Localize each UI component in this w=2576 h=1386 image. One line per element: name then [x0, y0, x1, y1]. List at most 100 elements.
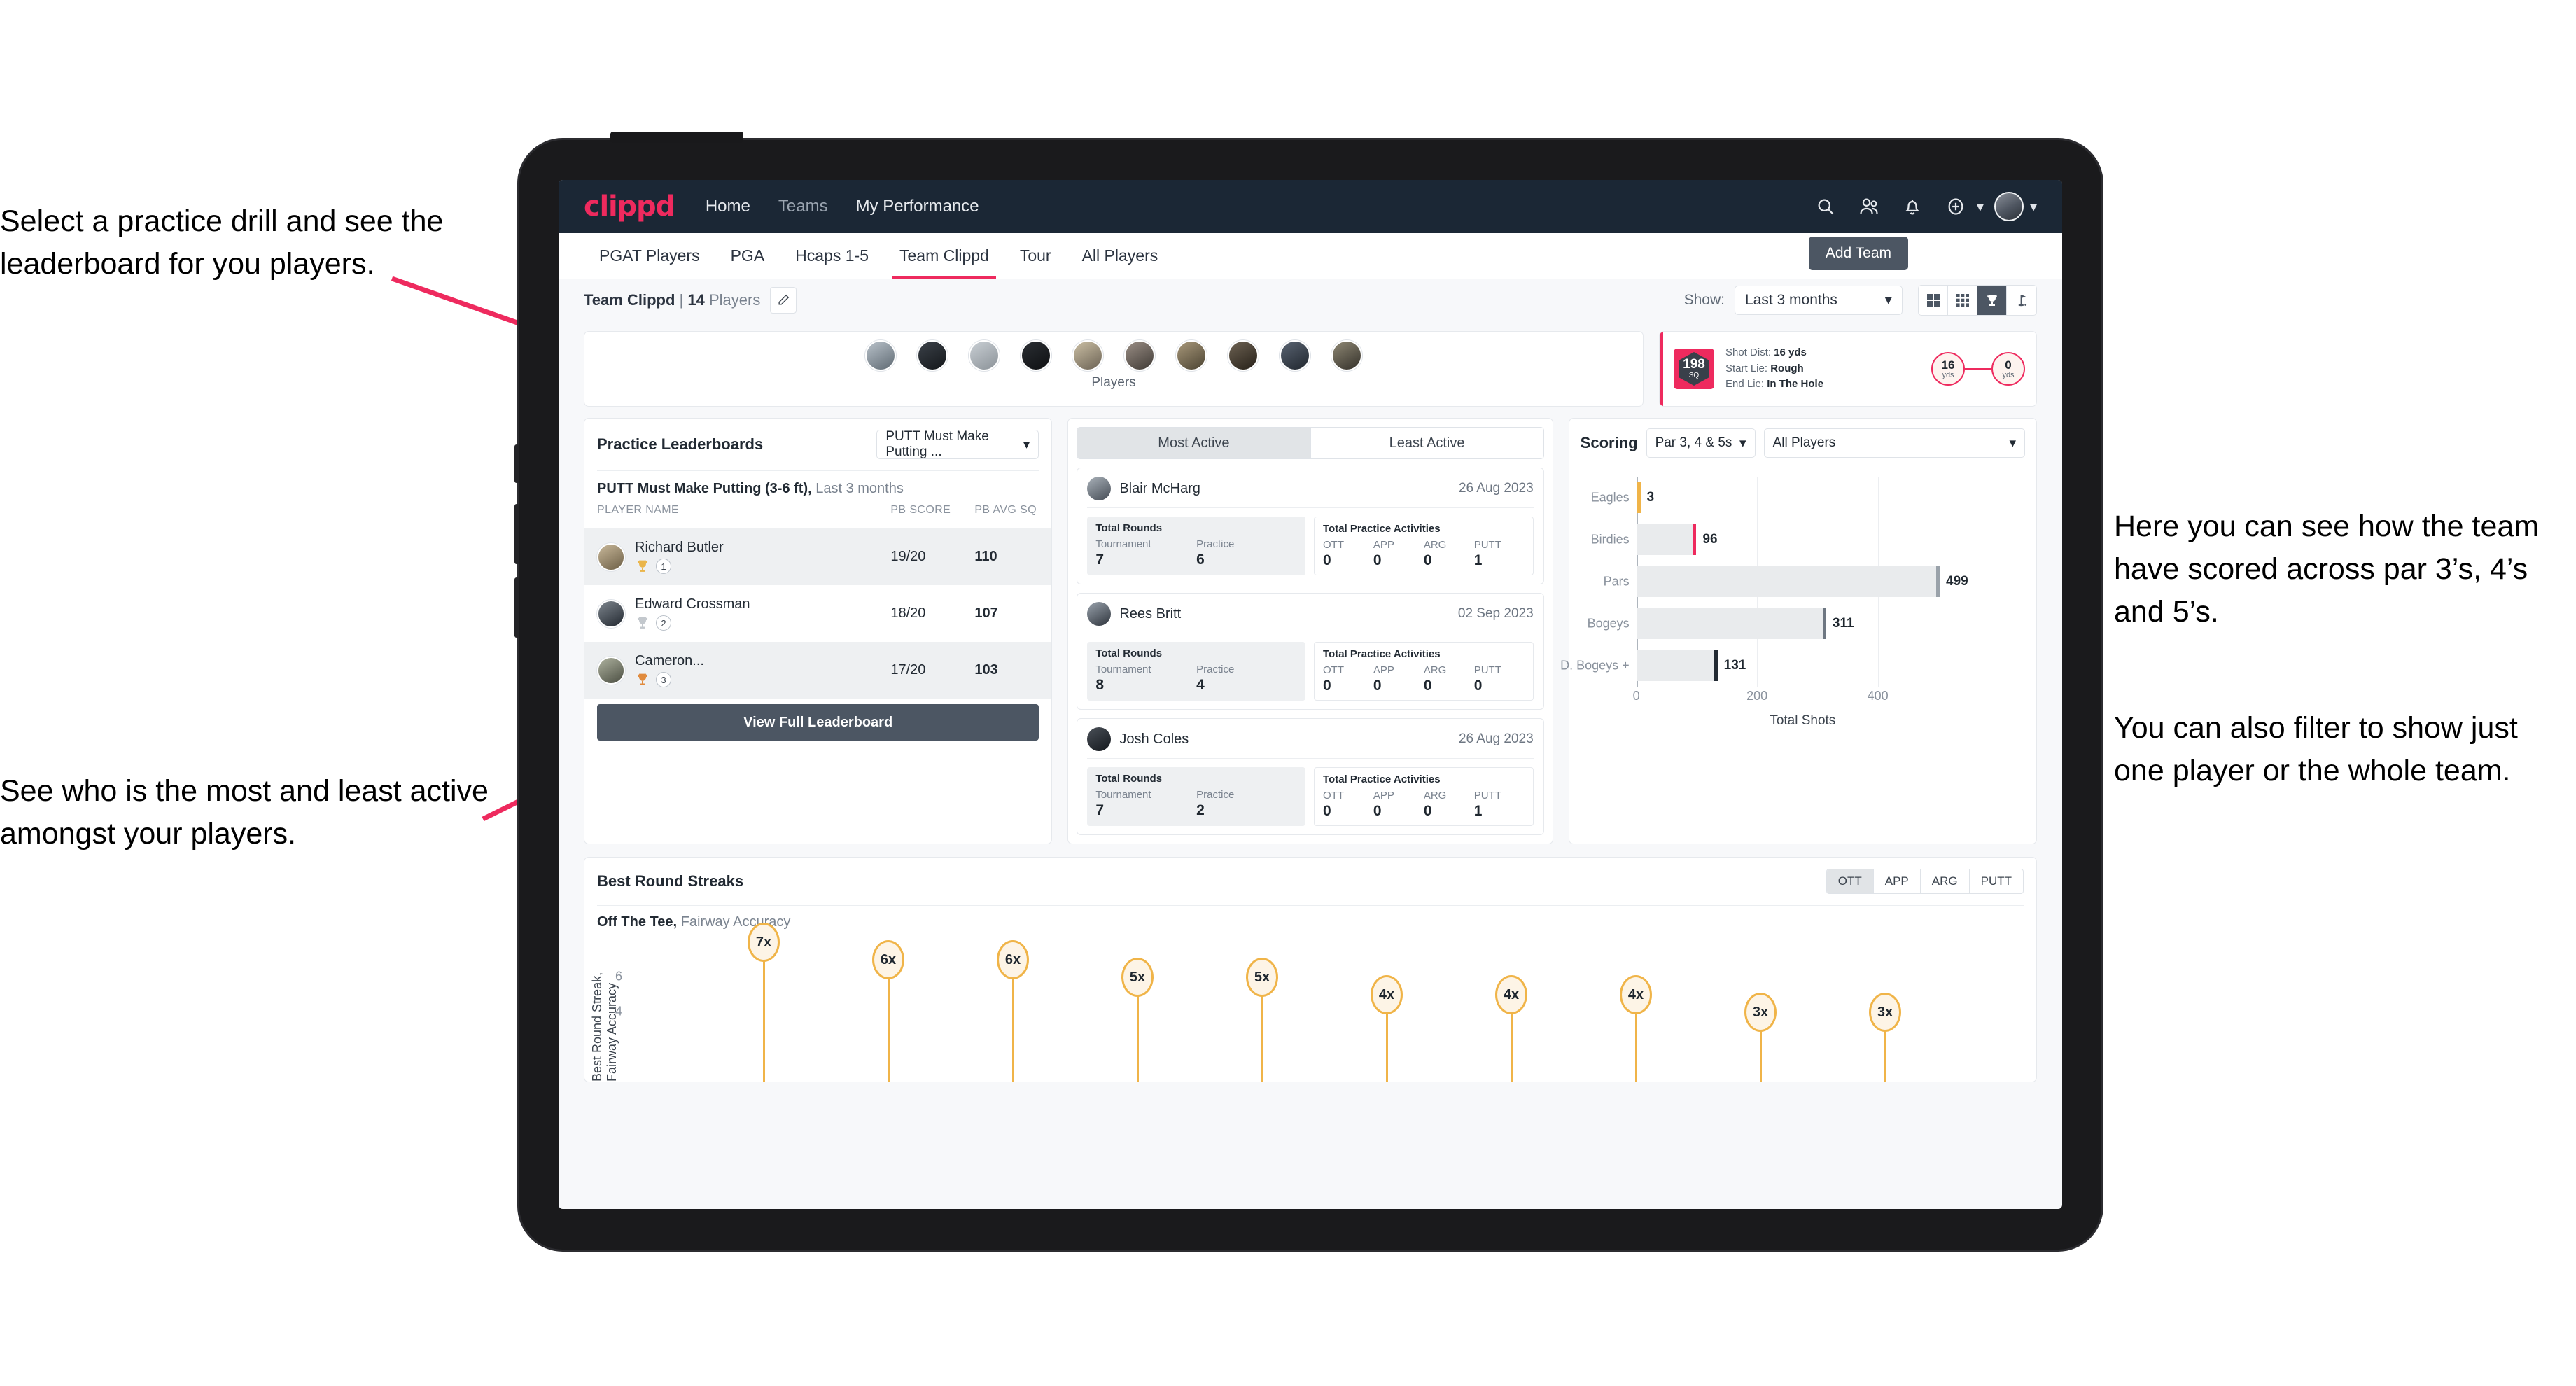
best-round-streaks-card: Best Round Streaks OTT APP ARG PUTT Off …: [584, 857, 2037, 1082]
x-axis-tick: 400: [1867, 689, 1889, 703]
shot-distance-diagram: 16 yds 0 yds: [1931, 352, 2025, 386]
player-avatar[interactable]: [1331, 340, 1362, 371]
chart-bar-cap: [1822, 608, 1826, 639]
streak-marker[interactable]: 5x: [1246, 958, 1278, 997]
edit-pencil-icon[interactable]: [770, 286, 797, 314]
practice-activities-title: Total Practice Activities: [1323, 648, 1441, 660]
streak-marker[interactable]: 3x: [1869, 993, 1901, 1032]
add-team-button[interactable]: Add Team: [1808, 237, 1908, 270]
list-item[interactable]: Josh Coles 26 Aug 2023 Total Rounds Tour…: [1077, 718, 1544, 835]
distance-connector-line: [1965, 368, 1991, 370]
player-avatar[interactable]: [1280, 340, 1310, 371]
tablet-side-button: [514, 444, 519, 483]
nav-link-home[interactable]: Home: [706, 197, 750, 216]
chart-stem: [1011, 976, 1014, 1082]
player-badges: 3: [635, 672, 890, 687]
chart-bar-value: 499: [1946, 574, 1968, 589]
trophy-icon[interactable]: [1977, 285, 2007, 315]
segment-app[interactable]: APP: [1872, 869, 1920, 893]
streaks-header: Best Round Streaks OTT APP ARG PUTT: [584, 858, 2036, 905]
tablet-volume-down-button: [514, 578, 519, 638]
players-strip-label: Players: [1091, 375, 1136, 390]
streak-marker[interactable]: 4x: [1495, 975, 1527, 1014]
streaks-y-axis-label: Best Round Streak, Fairway Accuracy: [590, 972, 619, 1082]
activity-stats: Total Rounds Tournament Practice 8 4 Tot…: [1087, 642, 1534, 701]
scoring-bar-chart: 3 Eagles 96 Birdies 499 Pars 311 Bogeys 131 D. Bo…: [1560, 477, 2024, 708]
segment-putt[interactable]: PUTT: [1968, 869, 2023, 893]
player-avatar[interactable]: [1124, 340, 1155, 371]
value-putt: 1: [1474, 552, 1483, 568]
total-rounds-values: 7 6: [1096, 552, 1297, 568]
people-icon[interactable]: [1851, 188, 1887, 225]
segment-arg[interactable]: ARG: [1919, 869, 1969, 893]
chart-bar-row: 131 D. Bogeys +: [1560, 650, 1746, 681]
player-avatar[interactable]: [1228, 340, 1259, 371]
table-row[interactable]: Cameron... 3 17/20 103: [584, 642, 1052, 699]
table-row[interactable]: Edward Crossman 2 18/20 107: [584, 585, 1051, 642]
streak-marker[interactable]: 7x: [748, 923, 780, 962]
streak-marker[interactable]: 5x: [1121, 958, 1154, 997]
practice-leaderboards-card: Practice Leaderboards PUTT Must Make Put…: [584, 418, 1053, 844]
streaks-title: Best Round Streaks: [597, 872, 744, 890]
activity-date: 02 Sep 2023: [1457, 606, 1534, 621]
nav-link-my-performance[interactable]: My Performance: [856, 197, 979, 216]
drill-select-value: PUTT Must Make Putting ...: [886, 429, 989, 459]
table-row[interactable]: Richard Butler 1 19/20 110: [584, 528, 1052, 585]
player-avatar[interactable]: [917, 340, 948, 371]
end-distance-value: 0: [2005, 358, 2012, 372]
view-full-leaderboard-button[interactable]: View Full Leaderboard: [597, 704, 1040, 741]
chart-bar-cap: [1693, 524, 1697, 555]
nav-link-teams[interactable]: Teams: [778, 197, 828, 216]
streaks-chart: Best Round Streak, Fairway Accuracy 4 6 7x…: [590, 923, 2024, 1082]
team-name: Team Clippd: [584, 290, 676, 309]
plus-circle-icon[interactable]: [1938, 188, 1974, 225]
player-avatar[interactable]: [865, 340, 896, 371]
scoring-header: Scoring Par 3, 4 & 5s ▾ All Players ▾: [1569, 419, 2036, 468]
pb-score: 19/20: [890, 549, 926, 564]
annotation-practice-drill: Select a practice drill and see the lead…: [0, 204, 444, 281]
tab-pgat-players[interactable]: PGAT Players: [584, 233, 715, 279]
tab-team-clippd[interactable]: Team Clippd: [884, 233, 1004, 279]
clippd-logo[interactable]: clippd: [584, 190, 676, 223]
search-icon[interactable]: [1807, 188, 1844, 225]
player-filter-select[interactable]: All Players ▾: [1763, 428, 2025, 458]
grid-large-icon[interactable]: [1919, 285, 1948, 315]
avatar-chevron-down-icon[interactable]: ▾: [2030, 198, 2037, 216]
chart-bar-value: 131: [1723, 658, 1746, 673]
player-avatar[interactable]: [969, 340, 1000, 371]
streak-marker[interactable]: 4x: [1371, 975, 1403, 1014]
tab-all-players[interactable]: All Players: [1067, 233, 1174, 279]
plus-chevron-down-icon[interactable]: ▾: [1977, 198, 1984, 216]
segment-ott[interactable]: OTT: [1826, 869, 1873, 893]
chart-stem: [1634, 1011, 1637, 1082]
chart-stem: [1261, 994, 1264, 1082]
bell-icon[interactable]: [1894, 188, 1931, 225]
value-app: 0: [1373, 552, 1382, 568]
streak-marker[interactable]: 6x: [872, 940, 904, 979]
key-tournament: Tournament: [1096, 538, 1152, 550]
tab-least-active[interactable]: Least Active: [1310, 428, 1544, 458]
tab-most-active[interactable]: Most Active: [1077, 428, 1310, 458]
player-avatar[interactable]: [1072, 340, 1103, 371]
streak-marker[interactable]: 4x: [1620, 975, 1652, 1014]
grid-small-icon[interactable]: [1948, 285, 1977, 315]
player-avatar[interactable]: [1021, 340, 1051, 371]
chevron-down-icon: ▾: [1740, 435, 1746, 451]
tab-hcaps-1-5[interactable]: Hcaps 1-5: [780, 233, 884, 279]
activity-stats: Total Rounds Tournament Practice 7 2 Tot…: [1087, 767, 1534, 826]
flag-icon[interactable]: [2007, 286, 2036, 315]
avatar[interactable]: [1991, 188, 2027, 225]
streak-marker[interactable]: 3x: [1744, 993, 1777, 1032]
chart-category-label: Pars: [1603, 574, 1630, 589]
tab-tour[interactable]: Tour: [1004, 233, 1067, 279]
streak-marker[interactable]: 6x: [997, 940, 1029, 979]
player-avatar[interactable]: [1176, 340, 1207, 371]
par-filter-select[interactable]: Par 3, 4 & 5s ▾: [1646, 428, 1756, 458]
list-item[interactable]: Blair McHarg 26 Aug 2023 Total Rounds To…: [1077, 468, 1544, 584]
drill-select[interactable]: PUTT Must Make Putting ... ▾: [876, 429, 1040, 459]
leaderboard-player: Edward Crossman 2: [635, 596, 890, 631]
tab-pga[interactable]: PGA: [715, 233, 780, 279]
practice-activities-title: Total Practice Activities: [1323, 523, 1441, 535]
date-range-select[interactable]: Last 3 months ▾: [1735, 285, 1903, 315]
list-item[interactable]: Rees Britt 02 Sep 2023 Total Rounds Tour…: [1077, 593, 1544, 710]
